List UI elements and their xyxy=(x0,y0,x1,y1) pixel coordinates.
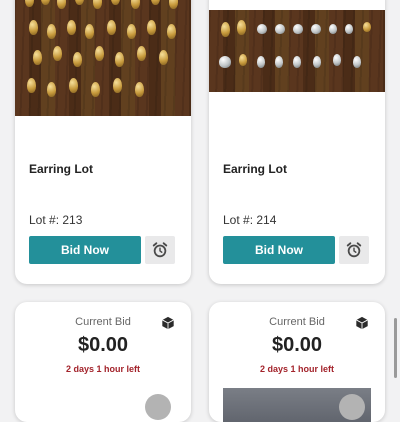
earring-shape xyxy=(311,24,321,34)
earring-shape xyxy=(221,22,230,37)
earring-shape xyxy=(95,46,104,61)
earring-shape xyxy=(147,20,156,35)
earring-shape xyxy=(111,0,120,5)
set-reminder-button[interactable] xyxy=(339,236,369,264)
earring-shape xyxy=(75,0,84,5)
earring-shape xyxy=(57,0,66,9)
earring-shape xyxy=(151,0,160,5)
earring-shape xyxy=(93,0,102,9)
earring-shape xyxy=(363,22,371,32)
bid-now-button[interactable]: Bid Now xyxy=(223,236,335,264)
lot-title[interactable]: Earring Lot xyxy=(29,162,93,176)
earring-shape xyxy=(69,78,78,93)
earring-shape xyxy=(333,54,341,66)
time-left: 2 days 1 hour left xyxy=(259,364,335,374)
current-bid-amount: $0.00 xyxy=(271,334,323,356)
earring-shape xyxy=(329,24,337,34)
earring-shape xyxy=(107,20,116,35)
earring-shape xyxy=(131,0,140,9)
alarm-clock-icon xyxy=(346,242,362,258)
lot-card-213[interactable]: Earring Lot Lot #: 213 Bid Now xyxy=(15,0,191,284)
earring-shape xyxy=(25,0,34,7)
current-bid-amount: $0.00 xyxy=(77,334,129,356)
favorite-button[interactable] xyxy=(339,394,365,420)
earring-shape xyxy=(313,56,321,68)
earring-shape xyxy=(137,46,146,61)
lot-card[interactable]: Current Bid $0.00 2 days 1 hour left xyxy=(15,302,191,422)
earring-shape xyxy=(239,54,247,66)
earring-shape xyxy=(275,24,285,34)
earring-shape xyxy=(127,24,136,39)
earring-shape xyxy=(29,20,38,35)
lot-number: Lot #: 213 xyxy=(29,213,83,227)
earring-shape xyxy=(67,20,76,35)
scrollbar[interactable] xyxy=(394,318,397,378)
lot-card-214[interactable]: Earring Lot Lot #: 214 Bid Now xyxy=(209,0,385,284)
earring-shape xyxy=(293,56,301,68)
earring-shape xyxy=(47,24,56,39)
earring-shape xyxy=(257,56,265,68)
lot-title[interactable]: Earring Lot xyxy=(223,162,287,176)
earring-shape xyxy=(167,24,176,39)
earring-shape xyxy=(91,82,100,97)
earring-shape xyxy=(345,24,353,34)
lot-photo[interactable] xyxy=(15,0,191,116)
lot-number: Lot #: 214 xyxy=(223,213,277,227)
earring-shape xyxy=(135,82,144,97)
earring-shape xyxy=(275,56,283,68)
earring-shape xyxy=(237,20,246,35)
earring-shape xyxy=(85,24,94,39)
bid-now-button[interactable]: Bid Now xyxy=(29,236,141,264)
earring-shape xyxy=(219,56,231,68)
earring-shape xyxy=(353,56,361,68)
earring-shape xyxy=(27,78,36,93)
earring-shape xyxy=(73,52,82,67)
earring-shape xyxy=(257,24,267,34)
favorite-button[interactable] xyxy=(145,394,171,420)
earring-shape xyxy=(169,0,178,9)
lot-card[interactable]: Current Bid $0.00 2 days 1 hour left xyxy=(209,302,385,422)
earring-shape xyxy=(159,50,168,65)
cube-icon xyxy=(161,316,175,335)
earring-shape xyxy=(53,46,62,61)
lot-photo[interactable] xyxy=(209,10,385,92)
earring-shape xyxy=(33,50,42,65)
earring-shape xyxy=(41,0,50,5)
earring-shape xyxy=(115,52,124,67)
set-reminder-button[interactable] xyxy=(145,236,175,264)
earring-shape xyxy=(293,24,303,34)
time-left: 2 days 1 hour left xyxy=(65,364,141,374)
alarm-clock-icon xyxy=(152,242,168,258)
earring-shape xyxy=(113,78,122,93)
earring-shape xyxy=(47,82,56,97)
cube-icon xyxy=(355,316,369,335)
